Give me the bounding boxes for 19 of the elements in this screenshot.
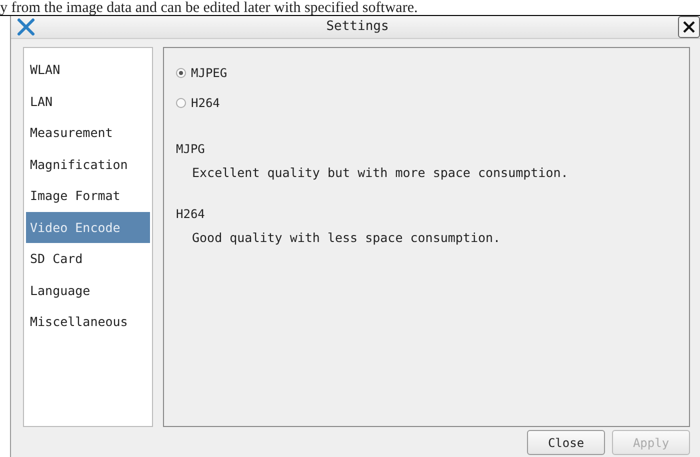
radio-option[interactable]: MJPEG — [176, 58, 228, 88]
radio-label: H264 — [191, 95, 220, 112]
sidebar-item[interactable]: Measurement — [26, 117, 150, 148]
sidebar-item[interactable]: Image Format — [26, 180, 150, 212]
window-title: Settings — [325, 18, 390, 36]
description-text: Excellent quality but with more space consumption. — [191, 164, 570, 182]
radio-option[interactable]: H264 — [176, 88, 220, 118]
close-icon[interactable] — [678, 16, 700, 38]
dialog-button[interactable]: Close — [527, 430, 605, 455]
description-heading: H264 — [176, 206, 206, 223]
sidebar-item[interactable]: LAN — [26, 86, 150, 117]
sidebar-item[interactable]: Miscellaneous — [26, 306, 150, 338]
sidebar-item[interactable]: Language — [26, 274, 150, 306]
radio-label: MJPEG — [191, 65, 228, 82]
description-text: Good quality with less space consumption. — [191, 228, 502, 247]
sidebar-item[interactable]: SD Card — [26, 243, 150, 274]
description-heading: MJPG — [176, 141, 206, 158]
sidebar-item[interactable]: WLAN — [26, 54, 150, 86]
sidebar-item[interactable]: Magnification — [26, 148, 150, 180]
